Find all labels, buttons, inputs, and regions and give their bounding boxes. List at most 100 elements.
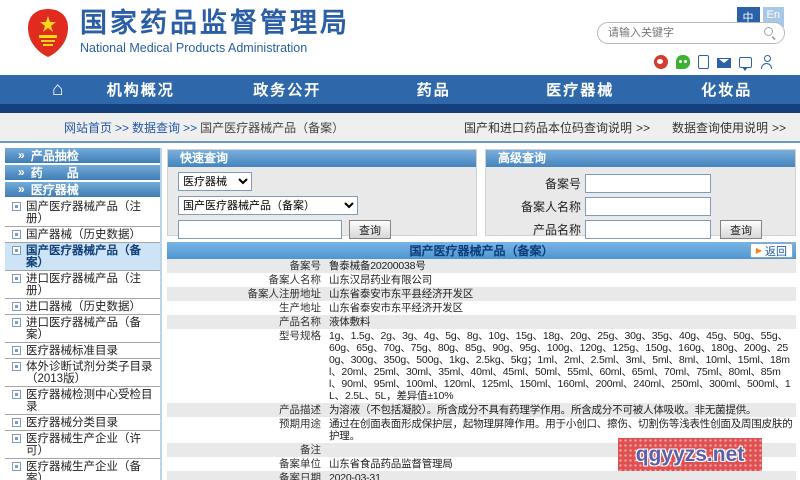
sidebar-item-label: 医疗器械生产企业（备案）: [26, 460, 158, 480]
sidebar-item-8[interactable]: 进口医疗器械产品（备案）: [5, 315, 160, 343]
breadcrumb-trail: 网站首页>>数据查询>>国产医疗器械产品（备案）: [64, 119, 344, 136]
sidebar-item-label: 国产器械（历史数据）: [26, 228, 141, 241]
sidebar-item-label: 医疗器械分类目录: [26, 416, 118, 429]
site-search: [597, 22, 785, 44]
help-link-1[interactable]: 国产和进口药品本位码查询说明: [464, 121, 632, 135]
sidebar-item-6[interactable]: 进口医疗器械产品（注册）: [5, 271, 160, 299]
quick-query-body: 医疗器械 国产医疗器械产品（备案） 查询: [168, 172, 476, 239]
detail-row-label: 型号规格: [167, 329, 329, 403]
wechat-icon[interactable]: [676, 55, 690, 69]
nav-item-1[interactable]: 机构概况: [67, 79, 214, 100]
nav-item-5[interactable]: 化妆品: [653, 79, 800, 100]
search-input[interactable]: [606, 26, 764, 40]
logo-area: 国家药品监督管理局 National Medical Products Admi…: [26, 8, 350, 58]
advanced-query-title: 高级查询: [486, 150, 795, 167]
advanced-query-panel: 高级查询 备案号备案人名称产品名称查询: [485, 149, 796, 236]
weibo-icon[interactable]: [654, 55, 668, 69]
mobile-icon[interactable]: [698, 55, 709, 69]
site-title: 国家药品监督管理局: [80, 8, 350, 38]
sidebar-item-7[interactable]: 进口器械（历史数据）: [5, 299, 160, 315]
list-box-icon: [12, 362, 21, 371]
table-row: 产品描述为溶液（不包括凝胶）。所含成分不具有药理学作用。所含成分不可被人体吸收。…: [167, 403, 796, 417]
detail-row-label: 生产地址: [167, 301, 329, 315]
type-select[interactable]: 国产医疗器械产品（备案）: [178, 196, 358, 215]
advanced-search-button[interactable]: 查询: [720, 220, 762, 239]
back-button[interactable]: ▶ 返回: [750, 243, 793, 258]
sidebar-item-9[interactable]: 医疗器械标准目录: [5, 343, 160, 359]
sidebar-header-0[interactable]: »产品抽检: [5, 148, 160, 163]
national-emblem-logo: [26, 8, 70, 58]
table-row: 备案日期2020-03-31: [167, 471, 796, 480]
quick-query-title: 快速查询: [168, 150, 476, 167]
help-link-separator: >>: [772, 121, 786, 135]
detail-row-label: 预期用途: [167, 417, 329, 443]
breadcrumb: 网站首页>>数据查询>>国产医疗器械产品（备案） 国产和进口药品本位码查询说明>…: [0, 113, 800, 141]
help-link-2[interactable]: 数据查询使用说明: [672, 121, 768, 135]
breadcrumb-current: 国产医疗器械产品（备案）: [200, 121, 344, 135]
breadcrumb-separator: >>: [115, 121, 129, 135]
nav-item-2[interactable]: 政务公开: [214, 79, 361, 100]
detail-table-header: 国产医疗器械产品（备案） ▶ 返回: [167, 242, 796, 259]
sidebar-item-label: 体外诊断试剂分类子目录（2013版）: [26, 360, 158, 385]
list-box-icon: [12, 246, 21, 255]
user-icon[interactable]: [760, 55, 774, 69]
message-icon[interactable]: [739, 57, 752, 68]
list-box-icon: [12, 230, 21, 239]
sidebar-item-12[interactable]: 医疗器械分类目录: [5, 415, 160, 431]
sidebar-item-5[interactable]: 国产医疗器械产品（备案）: [5, 243, 160, 271]
home-icon[interactable]: ⌂: [52, 75, 63, 104]
mail-icon[interactable]: [717, 58, 731, 68]
detail-row-value: 液体敷料: [329, 315, 796, 329]
quick-keyword-input[interactable]: [178, 220, 342, 239]
content: 快速查询 医疗器械 国产医疗器械产品（备案） 查询 高级查询 备案号备案人名称产…: [166, 148, 797, 480]
sidebar-item-11[interactable]: 医疗器械检测中心受检目录: [5, 387, 160, 415]
quick-query-row: 查询: [178, 220, 476, 239]
detail-title: 国产医疗器械产品（备案）: [409, 244, 553, 258]
advanced-field-row: 备案人名称: [486, 197, 795, 216]
back-arrow-icon: ▶: [756, 247, 762, 255]
sidebar-header-2[interactable]: »医疗器械: [5, 182, 160, 197]
advanced-field-row: 备案号: [486, 174, 795, 193]
main-nav: ⌂ 机构概况政务公开药品医疗器械化妆品: [0, 75, 800, 104]
sidebar-item-3[interactable]: 国产医疗器械产品（注册）: [5, 199, 160, 227]
detail-row-label: 备注: [167, 443, 329, 457]
social-icons: [646, 55, 774, 69]
detail-row-value: 为溶液（不包括凝胶）。所含成分不具有药理学作用。所含成分不可被人体吸收。非无菌提…: [329, 403, 796, 417]
advanced-field-input-2[interactable]: [585, 220, 711, 239]
quick-search-button[interactable]: 查询: [349, 220, 391, 239]
detail-row-label: 产品描述: [167, 403, 329, 417]
sidebar-item-label: 医疗器械标准目录: [26, 344, 118, 357]
double-chevron-icon: »: [18, 148, 25, 163]
detail-row-value: 山东省泰安市东平经济开发区: [329, 301, 796, 315]
sidebar-item-13[interactable]: 医疗器械生产企业（许可）: [5, 431, 160, 459]
sidebar-item-label: 医疗器械生产企业（许可）: [26, 432, 158, 457]
help-link-separator: >>: [636, 121, 650, 135]
sidebar-item-label: 进口医疗器械产品（备案）: [26, 316, 158, 341]
sidebar-item-4[interactable]: 国产器械（历史数据）: [5, 227, 160, 243]
detail-row-label: 备案号: [167, 259, 329, 273]
nav-item-4[interactable]: 医疗器械: [507, 79, 654, 100]
sidebar-item-label: 医疗器械检测中心受检目录: [26, 388, 158, 413]
category-select[interactable]: 医疗器械: [178, 172, 252, 191]
quick-query-panel: 快速查询 医疗器械 国产医疗器械产品（备案） 查询: [167, 149, 477, 236]
sidebar-item-label: 国产医疗器械产品（备案）: [26, 244, 158, 269]
sidebar-item-14[interactable]: 医疗器械生产企业（备案）: [5, 459, 160, 480]
double-chevron-icon: »: [18, 165, 25, 180]
detail-row-label: 备案人名称: [167, 273, 329, 287]
sidebar-item-label: 进口医疗器械产品（注册）: [26, 272, 158, 297]
sidebar-item-label: 国产医疗器械产品（注册）: [26, 200, 158, 225]
nav-item-3[interactable]: 药品: [360, 79, 507, 100]
breadcrumb-link-1[interactable]: 网站首页: [64, 121, 112, 135]
advanced-query-body: 备案号备案人名称产品名称查询: [486, 174, 795, 239]
list-box-icon: [12, 434, 21, 443]
table-row: 备案人名称山东汉昂药业有限公司: [167, 273, 796, 287]
advanced-field-input-1[interactable]: [585, 197, 711, 216]
table-row: 型号规格1g、1.5g、2g、3g、4g、5g、8g、10g、15g、18g、2…: [167, 329, 796, 403]
list-box-icon: [12, 418, 21, 427]
sidebar-item-10[interactable]: 体外诊断试剂分类子目录（2013版）: [5, 359, 160, 387]
search-icon[interactable]: [764, 27, 776, 39]
sidebar-header-1[interactable]: »药 品: [5, 165, 160, 180]
breadcrumb-link-2[interactable]: 数据查询: [132, 121, 180, 135]
double-chevron-icon: »: [18, 182, 25, 197]
advanced-field-input-0[interactable]: [585, 174, 711, 193]
